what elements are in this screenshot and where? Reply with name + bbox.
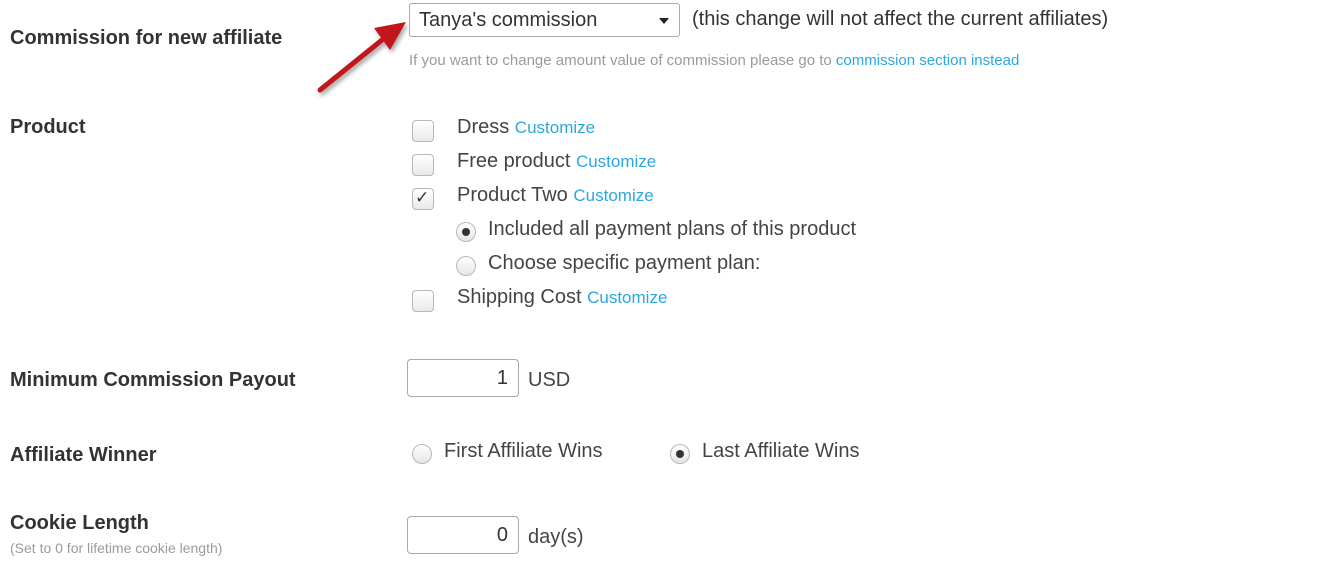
product-checkbox-shipping-cost[interactable] — [412, 290, 434, 312]
commission-label: Commission for new affiliate — [10, 27, 283, 49]
radio-selected-dot — [462, 228, 470, 236]
cookie-length-hint: (Set to 0 for lifetime cookie length) — [10, 540, 223, 556]
product-item-shipping-cost: Shipping Cost Customize — [457, 286, 667, 309]
product-name: Shipping Cost — [457, 286, 582, 308]
checkmark-icon: ✓ — [415, 188, 430, 207]
payment-plan-all-radio[interactable] — [456, 222, 476, 242]
customize-link[interactable]: Customize — [515, 118, 595, 137]
product-label: Product — [10, 116, 86, 138]
product-checkbox-dress[interactable] — [412, 120, 434, 142]
commission-note: (this change will not affect the current… — [692, 8, 1109, 30]
payment-plan-specific-radio[interactable] — [456, 256, 476, 276]
customize-link[interactable]: Customize — [576, 152, 656, 171]
commission-hint: If you want to change amount value of co… — [409, 52, 1019, 69]
product-item-free-product: Free product Customize — [457, 150, 656, 173]
chevron-down-icon — [659, 18, 669, 24]
cookie-length-input[interactable] — [407, 516, 519, 554]
affiliate-winner-label: Affiliate Winner — [10, 444, 157, 466]
customize-link[interactable]: Customize — [573, 186, 653, 205]
radio-selected-dot — [676, 450, 684, 458]
cookie-length-unit: day(s) — [528, 526, 584, 548]
product-name: Dress — [457, 116, 510, 138]
commission-select-value: Tanya's commission — [419, 9, 598, 31]
payout-unit: USD — [528, 369, 571, 391]
payment-plan-specific-label: Choose specific payment plan: — [488, 252, 761, 274]
product-name: Product Two — [457, 184, 568, 206]
commission-section-link[interactable]: commission section instead — [836, 52, 1019, 69]
product-checkbox-product-two[interactable]: ✓ — [412, 188, 434, 210]
payout-input[interactable] — [407, 359, 519, 397]
product-name: Free product — [457, 150, 571, 172]
last-affiliate-wins-radio[interactable] — [670, 444, 690, 464]
red-arrow-annotation — [317, 22, 406, 93]
cookie-length-label: Cookie Length — [10, 512, 149, 534]
commission-hint-text: If you want to change amount value of co… — [409, 52, 832, 69]
commission-select[interactable]: Tanya's commission — [409, 3, 680, 37]
payment-plan-all-label: Included all payment plans of this produ… — [488, 218, 856, 240]
customize-link[interactable]: Customize — [587, 288, 667, 307]
product-checkbox-free-product[interactable] — [412, 154, 434, 176]
payout-label: Minimum Commission Payout — [10, 369, 296, 391]
last-affiliate-wins-label: Last Affiliate Wins — [702, 440, 860, 462]
product-item-dress: Dress Customize — [457, 116, 595, 139]
first-affiliate-wins-label: First Affiliate Wins — [444, 440, 603, 462]
first-affiliate-wins-radio[interactable] — [412, 444, 432, 464]
product-item-product-two: Product Two Customize — [457, 184, 654, 207]
